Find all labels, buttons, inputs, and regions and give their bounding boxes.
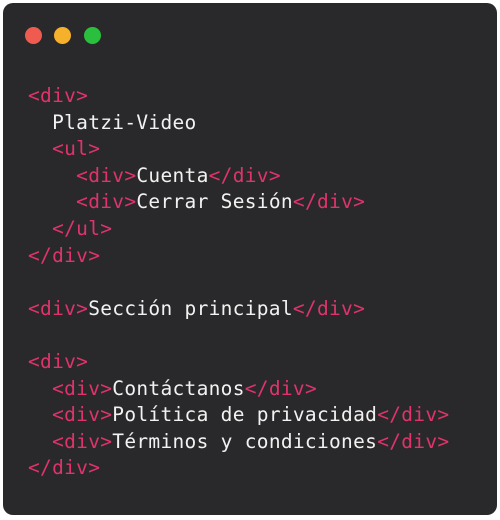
window-titlebar	[3, 3, 497, 67]
code-line: </div>	[28, 243, 449, 270]
code-line: </ul>	[28, 216, 449, 243]
code-open-tag: <div>	[28, 296, 89, 320]
code-line: <div>Política de privacidad</div>	[28, 402, 449, 429]
code-open-tag: <div>	[52, 376, 113, 400]
code-text: Cerrar Sesión	[136, 190, 293, 214]
code-open-tag: <div>	[28, 349, 89, 373]
code-close-tag: </div>	[377, 429, 450, 453]
code-text: Política de privacidad	[112, 403, 378, 427]
code-text: Platzi-Video	[52, 110, 197, 134]
code-open-tag: </ul>	[52, 216, 113, 240]
code-open-tag: <div>	[76, 163, 137, 187]
code-line: <div>Sección principal</div>	[28, 296, 449, 323]
code-open-tag: <div>	[76, 190, 137, 214]
code-line: <div>Cerrar Sesión</div>	[28, 189, 449, 216]
code-line: </div>	[28, 455, 449, 482]
code-close-tag: </div>	[377, 403, 450, 427]
code-block: <div> Platzi-Video <ul> <div>Cuenta</div…	[28, 83, 449, 482]
code-text: Contáctanos	[112, 376, 245, 400]
code-text: Sección principal	[88, 296, 293, 320]
code-line: <div>Términos y condiciones</div>	[28, 429, 449, 456]
code-text: Cuenta	[136, 163, 209, 187]
code-close-tag: </div>	[292, 190, 366, 214]
code-line: Platzi-Video	[28, 110, 449, 137]
code-open-tag: </div>	[28, 243, 101, 267]
code-line: <div>Cuenta</div>	[28, 163, 449, 190]
code-window: <div> Platzi-Video <ul> <div>Cuenta</div…	[3, 3, 497, 515]
code-open-tag: <div>	[28, 84, 89, 107]
code-close-tag: </div>	[208, 163, 281, 187]
code-line: <div>	[28, 83, 449, 110]
code-open-tag: </div>	[28, 456, 101, 480]
maximize-window-icon[interactable]	[84, 27, 101, 44]
code-close-tag: </div>	[244, 376, 317, 400]
code-open-tag: <div>	[52, 429, 113, 453]
code-text: Términos y condiciones	[112, 429, 378, 453]
code-line: <div>Contáctanos</div>	[28, 376, 449, 403]
code-line: <ul>	[28, 136, 449, 163]
code-line: <div>	[28, 349, 449, 376]
code-open-tag: <ul>	[52, 137, 101, 161]
close-window-icon[interactable]	[25, 27, 42, 44]
minimize-window-icon[interactable]	[54, 27, 71, 44]
code-open-tag: <div>	[52, 403, 113, 427]
code-close-tag: </div>	[292, 296, 366, 320]
